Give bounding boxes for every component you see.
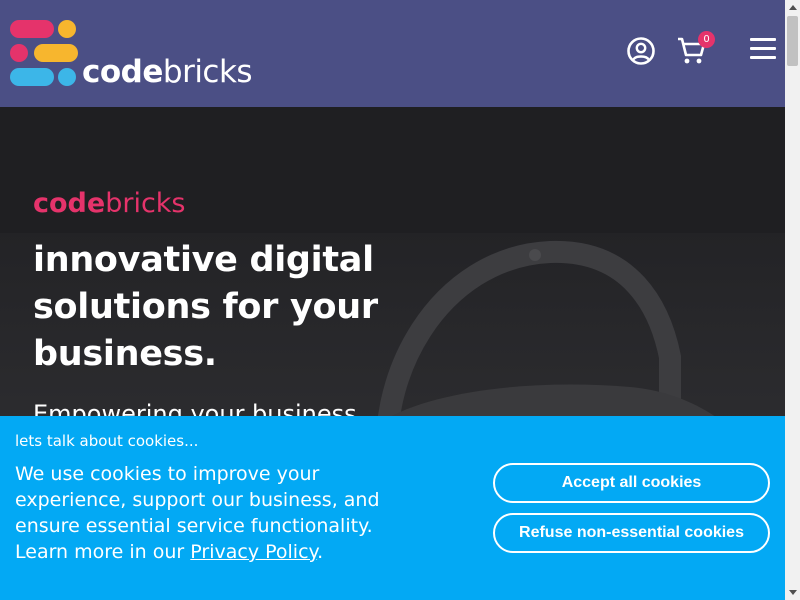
hero-brand-name: codebricks — [33, 187, 186, 221]
site-header: codebricks 0 — [0, 0, 785, 107]
accept-all-cookies-button[interactable]: Accept all cookies — [493, 463, 770, 503]
user-account-icon[interactable] — [626, 36, 656, 66]
hero-title: innovative digital solutions for your bu… — [33, 240, 378, 374]
logo-wordmark-light: bricks — [162, 54, 253, 90]
cookie-body-suffix: . — [317, 541, 324, 563]
scroll-down-arrow-icon[interactable] — [785, 585, 800, 600]
cookie-banner-text: We use cookies to improve your experienc… — [15, 461, 405, 565]
logo-bricks-icon — [10, 20, 78, 88]
privacy-policy-link[interactable]: Privacy Policy — [190, 541, 317, 563]
vertical-scrollbar[interactable] — [785, 0, 800, 600]
cookie-banner-title: lets talk about cookies... — [15, 432, 199, 450]
logo-wordmark-bold: code — [82, 54, 163, 90]
refuse-non-essential-cookies-button[interactable]: Refuse non-essential cookies — [493, 513, 770, 553]
logo-wordmark: codebricks — [82, 54, 253, 90]
codebricks-logo[interactable]: codebricks — [10, 20, 270, 90]
cart-count-badge: 0 — [698, 31, 715, 48]
hero-brand-bold: code — [33, 188, 106, 219]
hamburger-menu-icon[interactable] — [750, 38, 776, 60]
scroll-up-arrow-icon[interactable] — [785, 0, 800, 15]
scrollbar-thumb[interactable] — [787, 16, 798, 66]
cookie-consent-banner: lets talk about cookies... We use cookie… — [0, 416, 785, 600]
hero-brand-light: bricks — [105, 188, 186, 219]
